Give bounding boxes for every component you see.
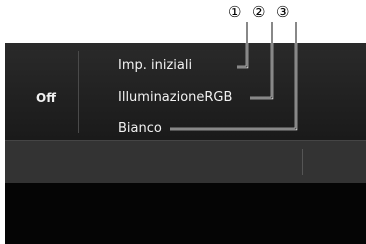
leader-line-3-inner	[170, 22, 297, 130]
leader-line-1-inner	[237, 22, 248, 68]
leader-line-2-inner	[250, 22, 273, 99]
callout-leader-lines	[170, 22, 298, 131]
leader-line-1	[237, 22, 249, 69]
leader-line-2	[250, 22, 274, 100]
leader-line-3	[170, 22, 298, 131]
